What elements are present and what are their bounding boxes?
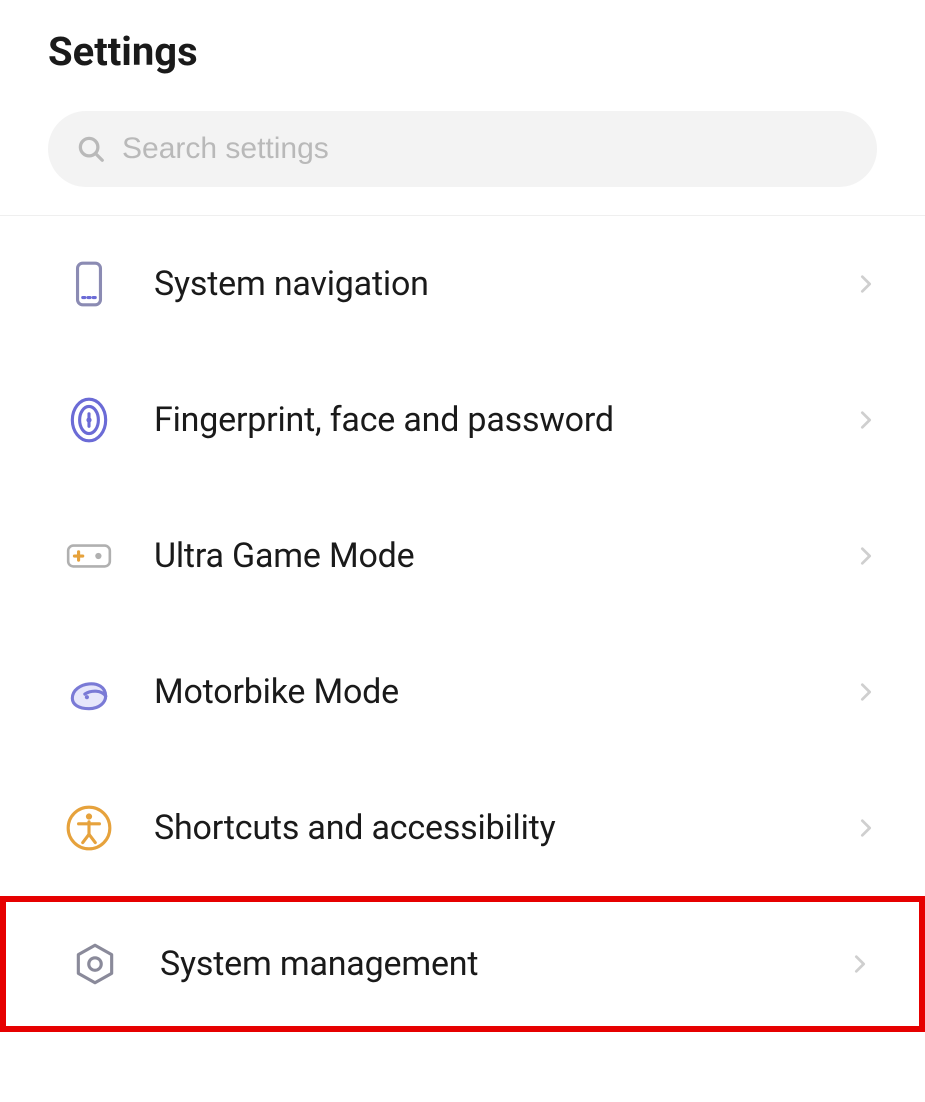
chevron-right-icon <box>849 953 871 975</box>
page-title: Settings <box>0 0 925 111</box>
item-label: Shortcuts and accessibility <box>154 808 815 848</box>
item-motorbike-mode[interactable]: Motorbike Mode <box>0 624 925 760</box>
search-input[interactable] <box>122 132 849 166</box>
search-bar[interactable] <box>48 111 877 187</box>
item-system-management[interactable]: System management <box>0 896 925 1032</box>
item-shortcuts-accessibility[interactable]: Shortcuts and accessibility <box>0 760 925 896</box>
chevron-right-icon <box>855 409 877 431</box>
item-label: System management <box>160 944 809 984</box>
item-fingerprint-face-password[interactable]: Fingerprint, face and password <box>0 352 925 488</box>
item-label: System navigation <box>154 264 815 304</box>
accessibility-icon <box>64 803 114 853</box>
chevron-right-icon <box>855 545 877 567</box>
chevron-right-icon <box>855 273 877 295</box>
helmet-icon <box>64 667 114 717</box>
item-ultra-game-mode[interactable]: Ultra Game Mode <box>0 488 925 624</box>
chevron-right-icon <box>855 681 877 703</box>
chevron-right-icon <box>855 817 877 839</box>
item-system-navigation[interactable]: System navigation <box>0 216 925 352</box>
settings-list: System navigation Fingerprint, face and … <box>0 216 925 1032</box>
search-container <box>0 111 925 205</box>
fingerprint-icon <box>64 395 114 445</box>
game-controller-icon <box>64 531 114 581</box>
search-icon <box>76 134 106 164</box>
item-label: Fingerprint, face and password <box>154 400 815 440</box>
item-label: Motorbike Mode <box>154 672 815 712</box>
phone-nav-icon <box>64 259 114 309</box>
settings-gear-icon <box>70 939 120 989</box>
item-label: Ultra Game Mode <box>154 536 815 576</box>
